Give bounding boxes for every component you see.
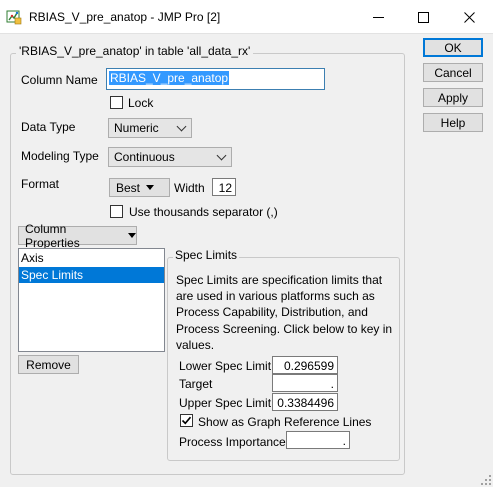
data-type-dropdown[interactable]: Numeric xyxy=(108,118,192,138)
process-importance-label: Process Importance xyxy=(179,435,286,449)
ok-button[interactable]: OK xyxy=(423,38,483,57)
resize-grip-icon[interactable] xyxy=(480,474,492,486)
show-reference-lines-checkbox[interactable] xyxy=(180,414,193,427)
window-title: RBIAS_V_pre_anatop - JMP Pro [2] xyxy=(29,10,221,24)
apply-button[interactable]: Apply xyxy=(423,88,483,107)
lock-checkbox[interactable] xyxy=(110,96,123,109)
close-icon xyxy=(463,11,475,23)
target-label: Target xyxy=(179,377,213,391)
dropdown-triangle-icon xyxy=(128,233,136,238)
minimize-button[interactable] xyxy=(355,0,401,34)
modeling-type-value: Continuous xyxy=(114,150,175,164)
spec-limits-legend: Spec Limits xyxy=(173,248,240,262)
format-button-label: Best xyxy=(116,180,141,195)
upper-spec-limit-input[interactable]: 0.3384496 xyxy=(272,393,338,411)
column-name-label: Column Name xyxy=(21,73,98,87)
lock-label: Lock xyxy=(128,96,154,110)
upper-spec-limit-label: Upper Spec Limit xyxy=(179,396,272,410)
checkmark-icon xyxy=(181,416,192,425)
cancel-button[interactable]: Cancel xyxy=(423,63,483,82)
dropdown-triangle-icon xyxy=(146,185,155,190)
minimize-icon xyxy=(372,16,384,18)
thousands-separator-label: Use thousands separator (,) xyxy=(129,205,278,219)
close-button[interactable] xyxy=(446,0,492,34)
maximize-button[interactable] xyxy=(400,0,446,34)
process-importance-input[interactable]: . xyxy=(286,431,350,449)
chevron-down-icon xyxy=(176,121,187,132)
chevron-down-icon xyxy=(216,150,227,161)
group-legend: 'RBIAS_V_pre_anatop' in table 'all_data_… xyxy=(16,44,254,58)
modeling-type-dropdown[interactable]: Continuous xyxy=(108,147,232,167)
modeling-type-label: Modeling Type xyxy=(21,149,99,163)
target-input[interactable]: . xyxy=(272,374,338,392)
format-label: Format xyxy=(21,177,60,191)
list-item-spec-limits[interactable]: Spec Limits xyxy=(19,267,164,283)
width-input[interactable]: 12 xyxy=(212,178,236,196)
column-name-input[interactable]: RBIAS_V_pre_anatop xyxy=(106,68,325,90)
list-item-axis[interactable]: Axis xyxy=(19,250,164,266)
help-button[interactable]: Help xyxy=(423,113,483,132)
thousands-separator-checkbox[interactable] xyxy=(110,205,123,218)
column-name-value: RBIAS_V_pre_anatop xyxy=(109,71,230,85)
lower-spec-limit-input[interactable]: 0.296599 xyxy=(272,356,338,374)
jmp-app-icon xyxy=(6,10,22,25)
format-button[interactable]: Best xyxy=(109,178,170,197)
maximize-icon xyxy=(417,11,429,23)
width-label: Width xyxy=(174,181,205,195)
title-bar: RBIAS_V_pre_anatop - JMP Pro [2] xyxy=(0,0,493,34)
column-properties-label: Column Properties xyxy=(25,221,80,250)
column-properties-button[interactable]: Column Properties xyxy=(18,222,137,250)
data-type-label: Data Type xyxy=(21,120,76,134)
lower-spec-limit-label: Lower Spec Limit xyxy=(179,359,272,373)
remove-button[interactable]: Remove xyxy=(18,355,79,374)
show-reference-lines-label: Show as Graph Reference Lines xyxy=(198,415,372,429)
spec-limits-description: Spec Limits are specification limits tha… xyxy=(176,273,393,352)
data-type-value: Numeric xyxy=(114,121,159,135)
column-properties-list[interactable]: Axis Spec Limits xyxy=(18,248,165,352)
